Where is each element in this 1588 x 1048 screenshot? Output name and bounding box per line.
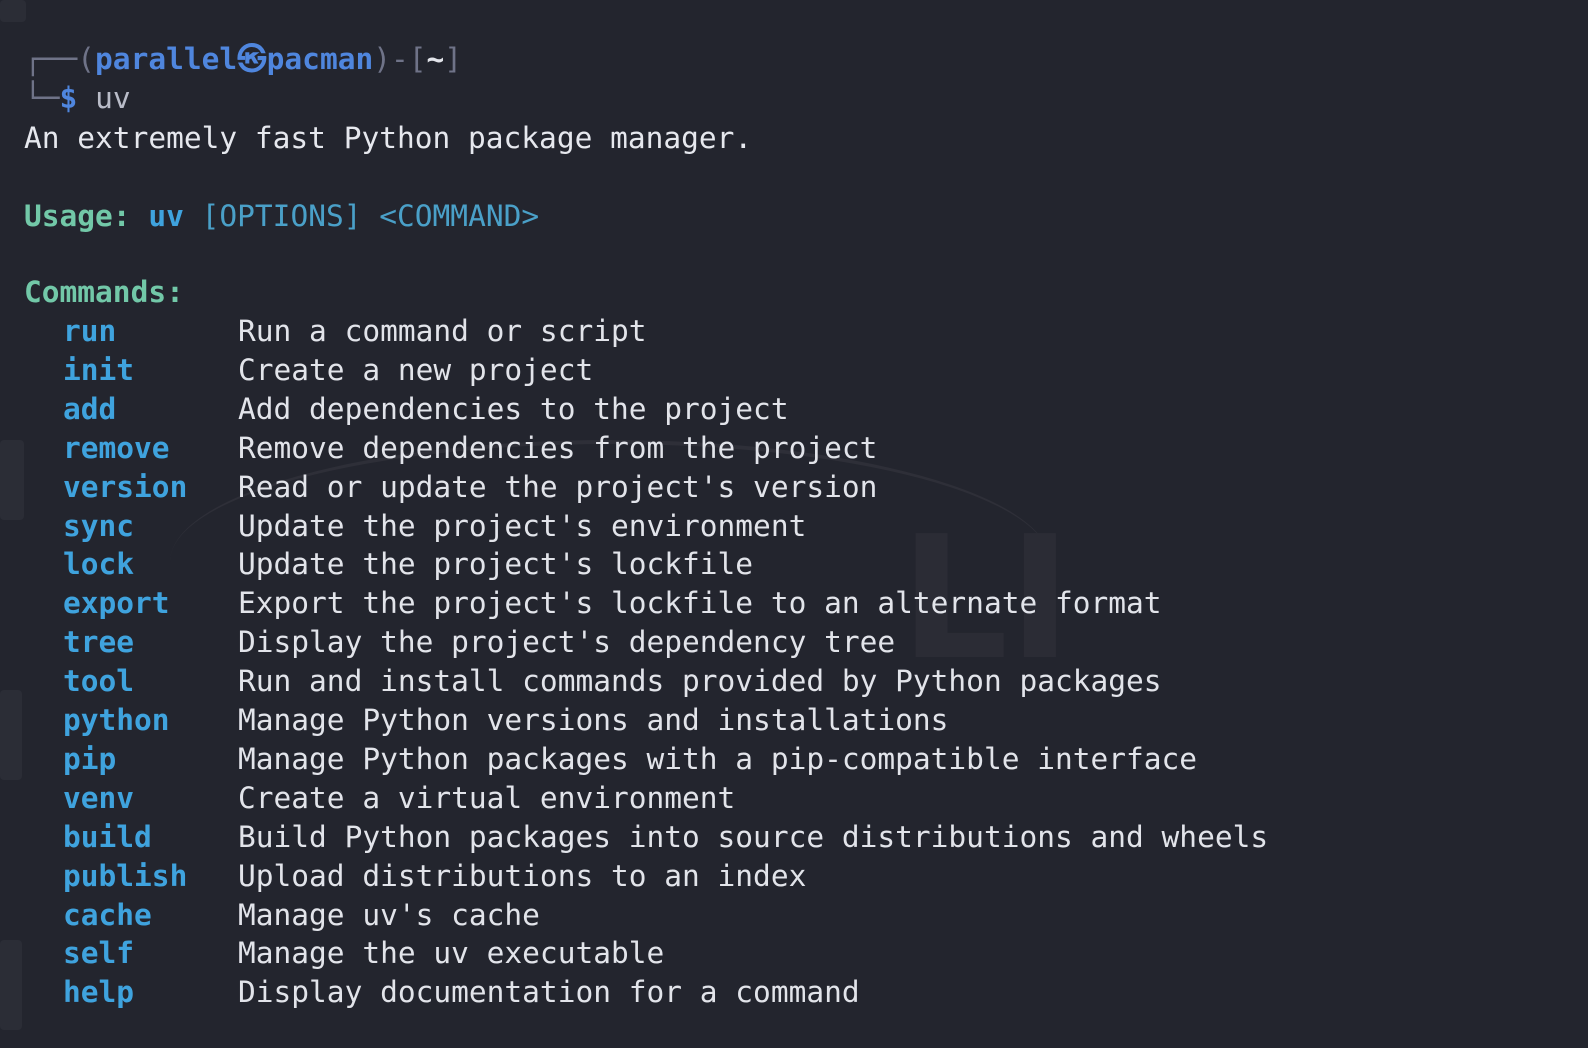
command-description: Run and install commands provided by Pyt… <box>238 664 1162 699</box>
prompt-dollar: $ <box>59 81 78 115</box>
command-row: self Manage the uv executable <box>0 934 1588 973</box>
command-name: publish <box>63 858 188 893</box>
command-row: python Manage Python versions and install… <box>0 701 1588 740</box>
command-description: Manage Python versions and installations <box>238 703 949 737</box>
prompt-frame: ] <box>444 42 463 76</box>
prompt-cwd: ~ <box>426 42 445 76</box>
usage-program: uv <box>148 199 184 233</box>
background-desktop-icon <box>0 0 26 22</box>
terminal-window[interactable]: LI ┌──(parallel㉿pacman)-[~] └─$ uv An ex… <box>0 0 1588 1048</box>
command-row: sync Update the project's environment <box>0 507 1588 546</box>
command-row: add Add dependencies to the project <box>0 390 1588 429</box>
command-row: run Run a command or script <box>0 312 1588 351</box>
command-description: Manage the uv executable <box>238 936 665 971</box>
command-name: export <box>63 586 170 621</box>
prompt-frame: └─ <box>24 81 60 115</box>
entered-command: uv <box>95 81 131 115</box>
command-description: Build Python packages into source distri… <box>238 819 1269 854</box>
command-name: remove <box>63 430 170 465</box>
command-row: cache Manage uv's cache <box>0 896 1588 935</box>
command-row: tool Run and install commands provided by… <box>0 662 1588 701</box>
command-description: Update the project's environment <box>238 508 807 543</box>
prompt-user: parallel <box>95 42 238 76</box>
command-name: add <box>63 391 117 426</box>
command-name: build <box>63 819 152 854</box>
command-row: venv Create a virtual environment <box>0 779 1588 818</box>
usage-line: Usage: uv [OPTIONS] <COMMAND> <box>24 197 539 236</box>
command-description: Display the project's dependency tree <box>238 625 896 660</box>
command-description: Run a command or script <box>238 314 647 348</box>
prompt-at-icon: ㉿ <box>237 42 267 76</box>
prompt-frame: ┌──( <box>24 42 96 76</box>
command-description: Manage Python packages with a pip-compat… <box>238 741 1198 776</box>
command-description: Remove dependencies from the project <box>238 430 878 465</box>
command-name: lock <box>63 547 135 582</box>
usage-options: [OPTIONS] <box>201 199 362 233</box>
command-name: cache <box>63 897 152 932</box>
command-name: sync <box>63 508 135 543</box>
command-name: version <box>63 469 188 504</box>
command-row: export Export the project's lockfile to a… <box>0 584 1588 623</box>
usage-label: Usage: <box>24 199 131 233</box>
command-row: lock Update the project's lockfile <box>0 545 1588 584</box>
command-description: Add dependencies to the project <box>238 391 789 426</box>
command-name: help <box>63 975 135 1010</box>
command-description: Manage uv's cache <box>238 897 540 932</box>
command-row: publish Upload distributions to an index <box>0 857 1588 896</box>
command-description: Create a new project <box>238 352 594 387</box>
command-description: Export the project's lockfile to an alte… <box>238 586 1162 621</box>
command-name: run <box>63 314 117 348</box>
command-row: init Create a new project <box>0 351 1588 390</box>
command-row: pip Manage Python packages with a pip-com… <box>0 740 1588 779</box>
command-row: tree Display the project's dependency tre… <box>0 623 1588 662</box>
program-description: An extremely fast Python package manager… <box>24 121 753 155</box>
command-description: Create a virtual environment <box>238 780 736 815</box>
command-description: Display documentation for a command <box>238 975 860 1010</box>
command-line: └─$ uv <box>24 79 131 118</box>
command-name: pip <box>63 741 117 776</box>
command-row: help Display documentation for a command <box>0 973 1588 1012</box>
command-name: venv <box>63 780 135 815</box>
command-description: Read or update the project's version <box>238 469 878 504</box>
prompt-host: pacman <box>266 42 374 76</box>
command-row: version Read or update the project's vers… <box>0 468 1588 507</box>
usage-command: <COMMAND> <box>379 199 540 233</box>
command-description: Update the project's lockfile <box>238 547 754 582</box>
command-name: tree <box>63 625 135 660</box>
command-row: build Build Python packages into source d… <box>0 818 1588 857</box>
command-description: Upload distributions to an index <box>238 858 807 893</box>
command-name: python <box>63 703 170 737</box>
command-name: self <box>63 936 135 971</box>
command-name: tool <box>63 664 135 699</box>
command-row: remove Remove dependencies from the proje… <box>0 429 1588 468</box>
commands-heading: Commands: <box>24 275 184 309</box>
command-name: init <box>63 352 135 387</box>
prompt-line: ┌──(parallel㉿pacman)-[~] <box>24 40 462 79</box>
prompt-frame: )-[ <box>373 42 427 76</box>
